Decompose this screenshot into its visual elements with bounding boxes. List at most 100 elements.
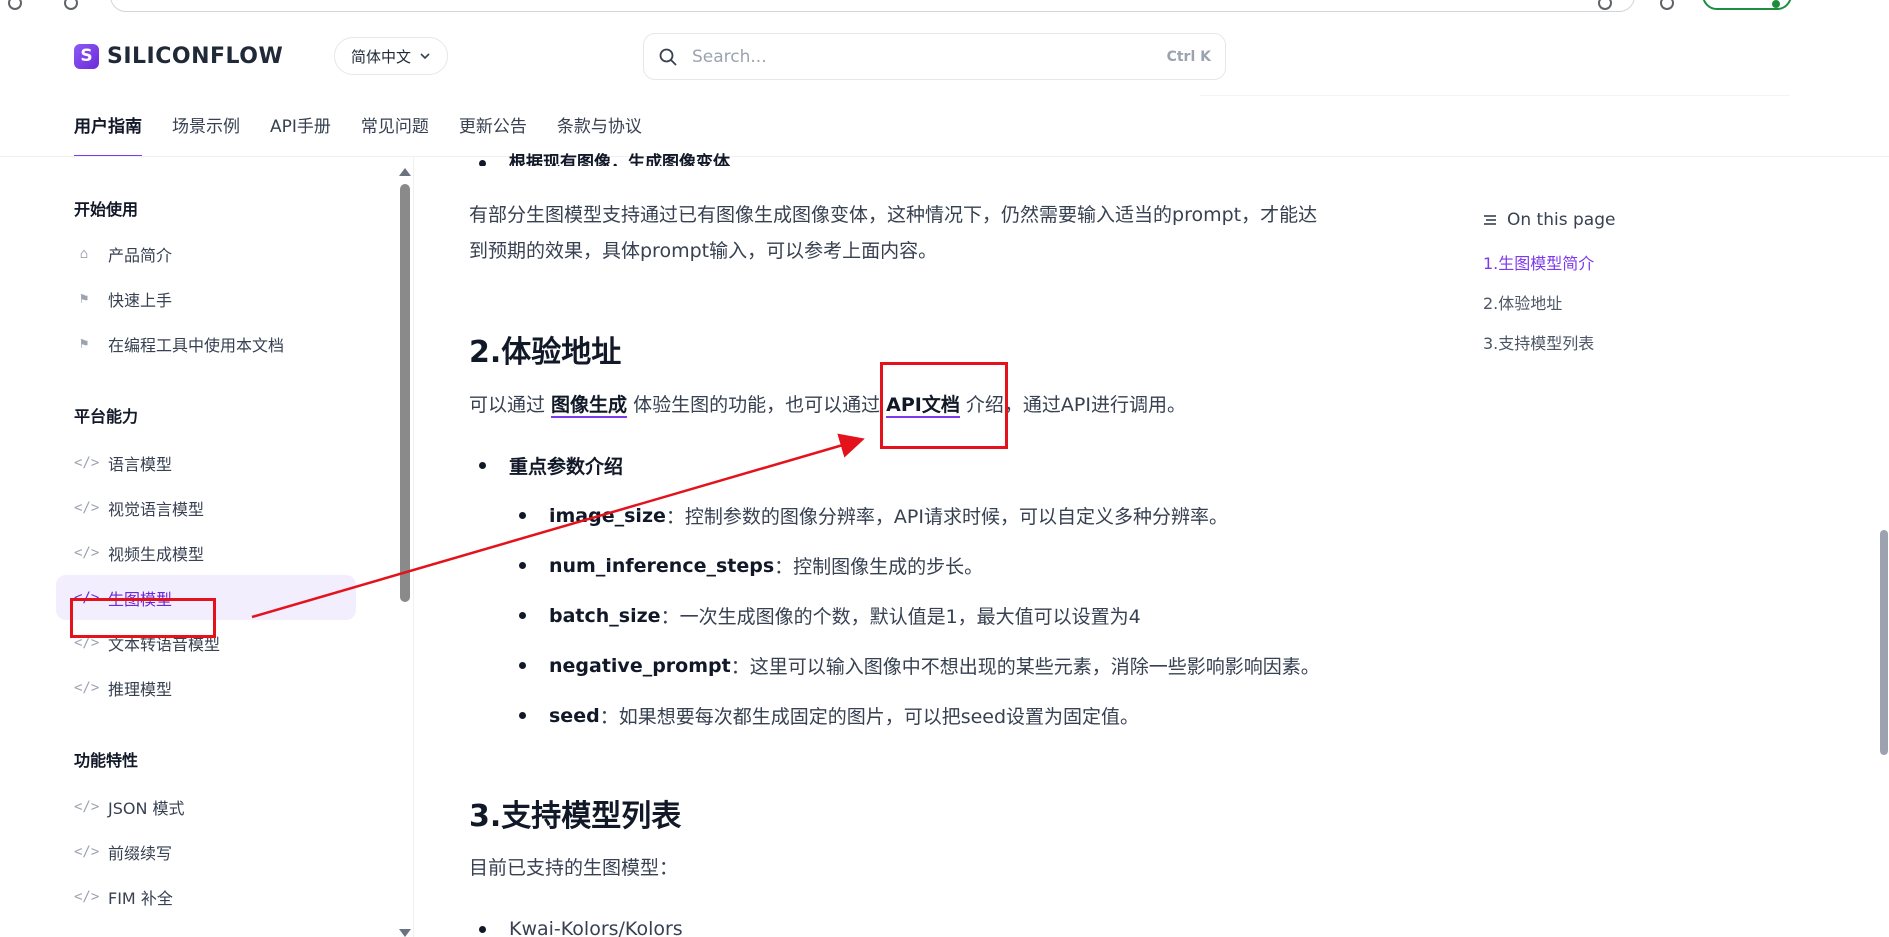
model-list-item: Kwai-Kolors/Kolors — [479, 918, 683, 937]
sidebar-item-prefix-completion[interactable]: </> 前缀续写 — [56, 829, 356, 874]
site-logo[interactable]: S SILICONFLOW — [74, 44, 283, 69]
sidebar-section-title: 开始使用 — [74, 200, 139, 219]
code-icon: </> — [74, 888, 100, 905]
logo-mark-icon: S — [74, 44, 99, 69]
sidebar-item-json-mode[interactable]: </> JSON 模式 — [56, 784, 356, 829]
sidebar-divider — [413, 157, 414, 937]
download-icon[interactable] — [1660, 0, 1674, 10]
param-item: image_size ：控制参数的图像分辨率，API请求时候，可以自定义多种分辨率… — [519, 502, 1228, 529]
browser-chrome — [0, 0, 1889, 14]
tab-faq[interactable]: 常见问题 — [361, 113, 429, 157]
params-heading: 重点参数介绍 — [509, 456, 624, 478]
sidebar-item-fim-completion[interactable]: </> FIM 补全 — [56, 874, 356, 919]
params-heading-item: 重点参数介绍 — [479, 452, 623, 479]
code-icon: </> — [74, 544, 100, 561]
cut-off-bullet: 根据现有图像，生成图像变体 — [479, 148, 730, 166]
language-label: 简体中文 — [351, 47, 412, 66]
back-icon[interactable] — [8, 0, 22, 10]
annotation-box-api-link — [880, 362, 1008, 449]
bullet-dot — [519, 712, 526, 719]
bullet-dot — [519, 612, 526, 619]
param-desc: ：一次生成图像的个数，默认值是1，最大值可以设置为4 — [660, 606, 1141, 628]
tab-scenarios[interactable]: 场景示例 — [172, 113, 240, 157]
param-desc: ：这里可以输入图像中不想出现的某些元素，消除一些影响影响因素。 — [730, 656, 1320, 678]
param-item: batch_size ：一次生成图像的个数，默认值是1，最大值可以设置为4 — [519, 602, 1141, 629]
divider — [1200, 95, 1790, 96]
header-divider — [0, 156, 1889, 157]
sidebar-item-label: 快速上手 — [108, 290, 173, 310]
flag-icon: ⚑ — [79, 290, 89, 307]
status-dot-icon — [1772, 0, 1780, 8]
bullet-dot — [519, 662, 526, 669]
sidebar-item-label: JSON 模式 — [108, 798, 185, 818]
scroll-up-icon[interactable] — [399, 168, 411, 176]
sidebar-item-label: 视觉语言模型 — [108, 499, 205, 519]
param-name: negative_prompt — [549, 654, 731, 677]
intro-line: 到预期的效果，具体prompt输入，可以参考上面内容。 — [469, 240, 938, 262]
toc-heading: On this page — [1507, 210, 1616, 230]
on-this-page: On this page 1.生图模型简介 2.体验地址 3.支持模型列表 — [1483, 210, 1615, 364]
annotation-box-sidebar — [70, 598, 216, 638]
toc-heading-row: On this page — [1483, 210, 1615, 230]
param-name: batch_size — [549, 604, 661, 627]
bullet-dot — [479, 925, 486, 933]
code-icon: </> — [74, 499, 100, 516]
sidebar-item-language-model[interactable]: </> 语言模型 — [56, 440, 356, 485]
toc-item-intro[interactable]: 1.生图模型简介 — [1483, 244, 1615, 284]
code-icon: </> — [74, 679, 100, 696]
intro-line: 有部分生图模型支持通过已有图像生成图像变体，这种情况下，仍然需要输入适当的pro… — [469, 204, 1318, 226]
tab-api-manual[interactable]: API手册 — [270, 113, 331, 157]
intro-paragraph: 有部分生图模型支持通过已有图像生成图像变体，这种情况下，仍然需要输入适当的pro… — [469, 197, 1317, 269]
search-box[interactable]: Search... Ctrl K — [643, 33, 1226, 80]
search-shortcut: Ctrl K — [1166, 48, 1211, 65]
address-bar[interactable] — [110, 0, 1635, 12]
scrollbar-thumb[interactable] — [400, 184, 410, 602]
bullet-dot — [519, 512, 526, 519]
param-name: seed — [549, 704, 600, 727]
page-scrollbar-thumb[interactable] — [1880, 530, 1888, 755]
image-generation-link[interactable]: 图像生成 — [551, 394, 628, 418]
logo-text: SILICONFLOW — [107, 44, 284, 69]
language-select[interactable]: 简体中文 — [334, 37, 449, 75]
sidebar-item-label: 推理模型 — [108, 679, 173, 699]
param-desc: ：如果想要每次都生成固定的图片，可以把seed设置为固定值。 — [599, 706, 1140, 728]
sidebar-item-label: 在编程工具中使用本文档 — [108, 335, 285, 355]
sidebar: 开始使用 ⌂ 产品简介 ⚑ 快速上手 ⚑ 在编程工具中使用本文档 平台能力 </… — [56, 170, 356, 937]
sidebar-item-coding-tools[interactable]: ⚑ 在编程工具中使用本文档 — [56, 321, 356, 366]
reload-icon[interactable] — [64, 0, 78, 10]
scroll-down-icon[interactable] — [399, 929, 411, 937]
list-icon — [1484, 215, 1496, 225]
bullet-dot — [479, 462, 486, 469]
models-intro: 目前已支持的生图模型： — [469, 857, 679, 879]
sidebar-item-label: 语言模型 — [108, 454, 173, 474]
sidebar-item-reasoning-model[interactable]: </> 推理模型 — [56, 665, 356, 710]
sidebar-item-vision-model[interactable]: </> 视觉语言模型 — [56, 485, 356, 530]
section-heading-models: 3.支持模型列表 — [469, 799, 682, 834]
tab-user-guide[interactable]: 用户指南 — [74, 113, 142, 157]
sidebar-section-title: 功能特性 — [74, 751, 139, 770]
text-span: 可以通过 — [469, 394, 552, 416]
code-icon: </> — [74, 843, 100, 860]
search-icon — [659, 48, 677, 66]
sidebar-item-quickstart[interactable]: ⚑ 快速上手 — [56, 276, 356, 321]
docs-page: S SILICONFLOW 简体中文 Search... Ctrl K 用户指南… — [0, 0, 1889, 937]
param-item: num_inference_steps ：控制图像生成的步长。 — [519, 552, 983, 579]
chevron-down-icon — [420, 53, 430, 60]
sidebar-item-video-model[interactable]: </> 视频生成模型 — [56, 530, 356, 575]
experience-paragraph: 可以通过 图像生成 体验生图的功能，也可以通过 API文档 介绍，通过API进行… — [469, 387, 1186, 423]
model-name: Kwai-Kolors/Kolors — [509, 918, 683, 937]
sidebar-section-title: 平台能力 — [74, 407, 139, 426]
param-item: negative_prompt ：这里可以输入图像中不想出现的某些元素，消除一些影… — [519, 652, 1320, 679]
param-name: num_inference_steps — [549, 554, 775, 577]
sidebar-item-label: 前缀续写 — [108, 843, 173, 863]
code-icon: </> — [74, 454, 100, 471]
sidebar-scrollbar[interactable] — [398, 168, 412, 937]
toc-item-models[interactable]: 3.支持模型列表 — [1483, 324, 1615, 364]
toc-item-experience[interactable]: 2.体验地址 — [1483, 284, 1615, 324]
flag-icon: ⚑ — [79, 335, 89, 352]
param-name: image_size — [549, 504, 666, 527]
sidebar-item-label: 视频生成模型 — [108, 544, 205, 564]
code-icon: </> — [74, 798, 100, 815]
search-placeholder: Search... — [692, 46, 767, 67]
sidebar-item-product-intro[interactable]: ⌂ 产品简介 — [56, 231, 356, 276]
